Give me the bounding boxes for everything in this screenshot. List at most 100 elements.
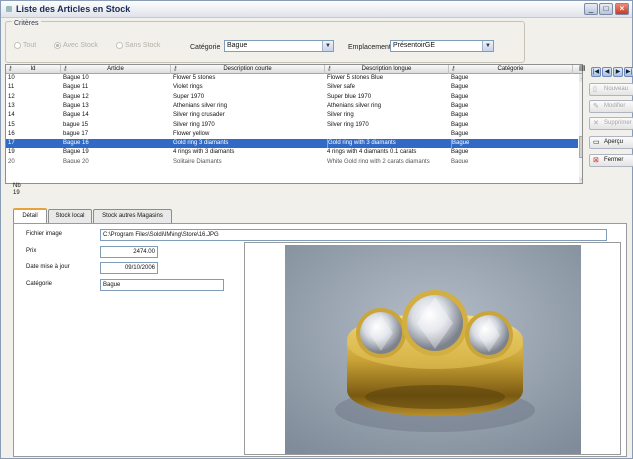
table-cell-article: Bague 20: [63, 158, 89, 163]
scroll-down-arrow-icon[interactable]: ▼: [579, 177, 582, 183]
table-cell-categorie: Bague: [451, 75, 469, 81]
table-row[interactable]: 19 Bague 19 4 rings with 3 diamants 4 rings…: [6, 148, 578, 157]
close-door-icon: ⊠: [593, 157, 599, 164]
main-window: Liste des Articles en Stock _ □ × Critèr…: [0, 0, 633, 459]
table-cell-article: Bague 10: [63, 75, 89, 81]
table-cell-desc-longue: Athenians silver ring: [327, 102, 382, 109]
title-bar[interactable]: Liste des Articles en Stock _ □ ×: [1, 1, 632, 18]
table-cell-desc-courte: Silver ring 1970: [173, 121, 215, 128]
key-icon: ⚷: [8, 66, 13, 72]
table-row[interactable]: 13 Bague 13 Athenians silver ring Athenians…: [6, 102, 578, 111]
table-cell-article: bague 15: [63, 121, 89, 128]
detail-panel: Fichier image C:\Program Files\Soldi\IM\…: [13, 223, 627, 457]
table-cell-id: 10: [8, 75, 15, 81]
radio-avec-stock[interactable]: Avec Stock: [54, 42, 98, 49]
table-scrollbar[interactable]: ▲ ▼: [579, 74, 582, 183]
minimize-button[interactable]: _: [584, 3, 598, 15]
table-cell-article: Bague 14: [63, 112, 89, 119]
categorie-select[interactable]: Bague ▼: [224, 40, 334, 52]
article-photo-frame: [244, 242, 621, 455]
table-cell-article: Bague 11: [63, 84, 89, 91]
table-row[interactable]: 11 Bague 11 Violet rings Silver safe Bague: [6, 83, 578, 92]
column-header-article[interactable]: ⚷ Article: [61, 65, 171, 74]
tab-detail[interactable]: Détail: [13, 208, 47, 223]
table-cell-article: Bague 13: [63, 102, 89, 109]
table-cell-id: 19: [8, 149, 15, 156]
tab-stock-autres-magasins[interactable]: Stock autres Magasins: [93, 209, 172, 223]
fermer-button[interactable]: ⊠ Fermer: [589, 154, 633, 167]
column-header-desc-longue[interactable]: ⚷ Description longue: [325, 65, 449, 74]
supprimer-button[interactable]: ✕ Supprimer: [589, 117, 633, 130]
chevron-down-icon[interactable]: ▼: [482, 41, 493, 51]
radio-dot[interactable]: [116, 42, 123, 49]
row-count-value: 19: [13, 190, 20, 196]
table-cell-id: 11: [8, 84, 15, 91]
table-row[interactable]: 12 Bague 12 Super 1970 Super blue 1970 Bague: [6, 93, 578, 102]
table-body: 10 Bague 10 Flower 5 stones Flower 5 stones…: [6, 74, 578, 183]
nouveau-button[interactable]: ▯ Nouveau: [589, 83, 633, 96]
fichier-image-label: Fichier image: [26, 231, 63, 237]
categorie-label: Catégorie: [190, 44, 221, 51]
table-cell-id: 12: [8, 93, 15, 100]
table-cell-desc-courte: Violet rings: [173, 84, 203, 91]
table-row[interactable]: 16 bague 17 Flower yellow Bague: [6, 130, 578, 139]
table-row[interactable]: 10 Bague 10 Flower 5 stones Flower 5 stones…: [6, 74, 578, 83]
scroll-up-arrow-icon[interactable]: ▲: [579, 74, 582, 82]
table-cell-article: Bague 19: [63, 149, 89, 156]
table-cell-desc-longue: Flower 5 stones Blue: [327, 75, 384, 81]
table-cell-categorie: Bague: [451, 102, 469, 109]
table-cell-desc-longue: White Gold ring with 2 carats diamants: [327, 158, 430, 163]
previous-record-button[interactable]: ◀: [602, 67, 612, 77]
radio-dot[interactable]: [54, 42, 61, 49]
table-row[interactable]: 15 bague 15 Silver ring 1970 Silver ring 19…: [6, 121, 578, 130]
radio-dot[interactable]: [14, 42, 21, 49]
radio-tout[interactable]: Tout: [14, 42, 36, 49]
column-header-categorie[interactable]: ⚷ Catégorie: [449, 65, 573, 74]
table-cell-desc-longue: Super blue 1970: [327, 93, 372, 100]
table-cell-desc-courte: Solitaire Diamants: [173, 158, 222, 163]
table-cell-desc-courte: Gold ring 3 diamants: [173, 140, 229, 147]
app-icon: [6, 6, 12, 12]
table-cell-id: 17: [8, 140, 15, 147]
prix-field[interactable]: 2474.00: [100, 246, 158, 258]
criteria-group: Critères Tout Avec Stock Sans Stock Caté…: [5, 20, 525, 63]
column-header-id[interactable]: ⚷ Id: [6, 65, 61, 74]
row-count: Nb 19: [13, 183, 21, 197]
column-header-desc-courte[interactable]: ⚷ Description courte: [171, 65, 325, 74]
chevron-down-icon[interactable]: ▼: [322, 41, 333, 51]
emplacement-select[interactable]: PrésentoirGE ▼: [390, 40, 494, 52]
filter-icon[interactable]: ▤: [579, 64, 589, 73]
close-button[interactable]: ×: [615, 3, 629, 15]
table-cell-id: 16: [8, 130, 15, 137]
apercu-button[interactable]: ▭ Aperçu: [589, 136, 633, 149]
window-title: Liste des Articles en Stock: [16, 4, 131, 14]
table-cell-article: bague 17: [63, 130, 89, 137]
table-cell-desc-courte: Flower 5 stones: [173, 75, 216, 81]
emplacement-select-value: PrésentoirGE: [393, 42, 436, 49]
modifier-button[interactable]: ✎ Modifier: [589, 100, 633, 113]
scroll-thumb[interactable]: [579, 136, 582, 158]
table-cell-desc-longue: Silver safe: [327, 84, 356, 91]
table-cell-desc-longue: [327, 130, 447, 139]
table-cell-categorie: Bague: [451, 139, 571, 149]
table-cell-categorie: Bague: [451, 121, 469, 128]
last-record-button[interactable]: ▶|: [624, 67, 633, 77]
fichier-image-field[interactable]: C:\Program Files\Soldi\IM\ing\Store\16.J…: [100, 229, 607, 241]
radio-label: Sans Stock: [125, 42, 161, 49]
key-icon: ⚷: [451, 66, 456, 72]
first-record-button[interactable]: |◀: [591, 67, 601, 77]
table-row[interactable]: 14 Bague 14 Silver ring crusader Silver rin…: [6, 111, 578, 120]
table-cell-desc-longue: Gold ring with 3 diamants: [327, 139, 447, 149]
tab-stock-local[interactable]: Stock local: [48, 209, 92, 223]
table-row[interactable]: 20 Bague 20 Solitaire Diamants White Gold r…: [6, 158, 578, 163]
categorie-select-value: Bague: [227, 42, 248, 49]
categorie-detail-field[interactable]: Bague: [100, 279, 224, 291]
articles-table[interactable]: ⚷ Id ⚷ Article ⚷ Description courte ⚷ Descri…: [5, 64, 583, 184]
next-record-button[interactable]: ▶: [613, 67, 623, 77]
criteria-legend: Critères: [12, 20, 41, 27]
table-cell-desc-courte: Flower yellow: [173, 130, 210, 137]
date-maj-field[interactable]: 09/10/2006: [100, 262, 158, 274]
table-row[interactable]: 17 Bague 16 Gold ring 3 diamants Gold ring …: [6, 139, 578, 149]
maximize-button[interactable]: □: [599, 3, 613, 15]
radio-sans-stock[interactable]: Sans Stock: [116, 42, 160, 49]
